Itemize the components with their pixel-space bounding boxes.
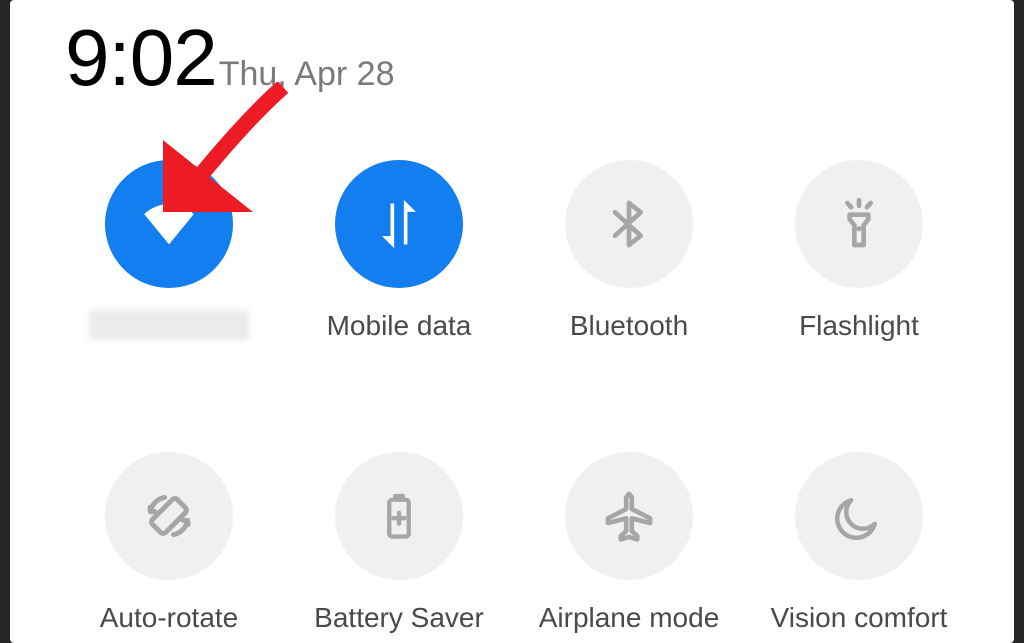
tile-flashlight[interactable]: Flashlight	[744, 160, 974, 342]
wifi-toggle[interactable]	[105, 160, 233, 288]
bluetooth-icon	[601, 196, 657, 252]
battery-saver-label: Battery Saver	[314, 602, 484, 634]
flashlight-icon	[831, 196, 887, 252]
moon-icon	[832, 489, 886, 543]
tile-airplane-mode[interactable]: Airplane mode	[514, 452, 744, 634]
clock-time: 9:02	[65, 18, 217, 98]
auto-rotate-icon	[139, 486, 199, 546]
status-header: 9:02 Thu, Apr 28	[65, 18, 394, 98]
bluetooth-toggle[interactable]	[565, 160, 693, 288]
wifi-icon	[134, 189, 204, 259]
tile-auto-rotate[interactable]: Auto-rotate	[54, 452, 284, 634]
auto-rotate-label: Auto-rotate	[100, 602, 239, 634]
mobile-data-label: Mobile data	[327, 310, 472, 342]
mobile-data-toggle[interactable]	[335, 160, 463, 288]
quick-settings-grid: Mobile data Bluetooth	[54, 160, 974, 634]
quick-settings-panel: 9:02 Thu, Apr 28	[10, 0, 1014, 643]
tile-bluetooth[interactable]: Bluetooth	[514, 160, 744, 342]
airplane-mode-toggle[interactable]	[565, 452, 693, 580]
airplane-icon	[601, 488, 657, 544]
tile-mobile-data[interactable]: Mobile data	[284, 160, 514, 342]
battery-saver-toggle[interactable]	[335, 452, 463, 580]
tile-vision-comfort[interactable]: Vision comfort	[744, 452, 974, 634]
battery-saver-icon	[373, 490, 425, 542]
vision-comfort-toggle[interactable]	[795, 452, 923, 580]
clock-date: Thu, Apr 28	[219, 55, 395, 94]
tile-battery-saver[interactable]: Battery Saver	[284, 452, 514, 634]
wifi-label-redacted	[89, 310, 249, 340]
flashlight-label: Flashlight	[799, 310, 919, 342]
vision-comfort-label: Vision comfort	[771, 602, 948, 634]
airplane-mode-label: Airplane mode	[539, 602, 720, 634]
mobile-data-icon	[370, 195, 428, 253]
tile-wifi[interactable]	[54, 160, 284, 342]
bluetooth-label: Bluetooth	[570, 310, 688, 342]
flashlight-toggle[interactable]	[795, 160, 923, 288]
auto-rotate-toggle[interactable]	[105, 452, 233, 580]
